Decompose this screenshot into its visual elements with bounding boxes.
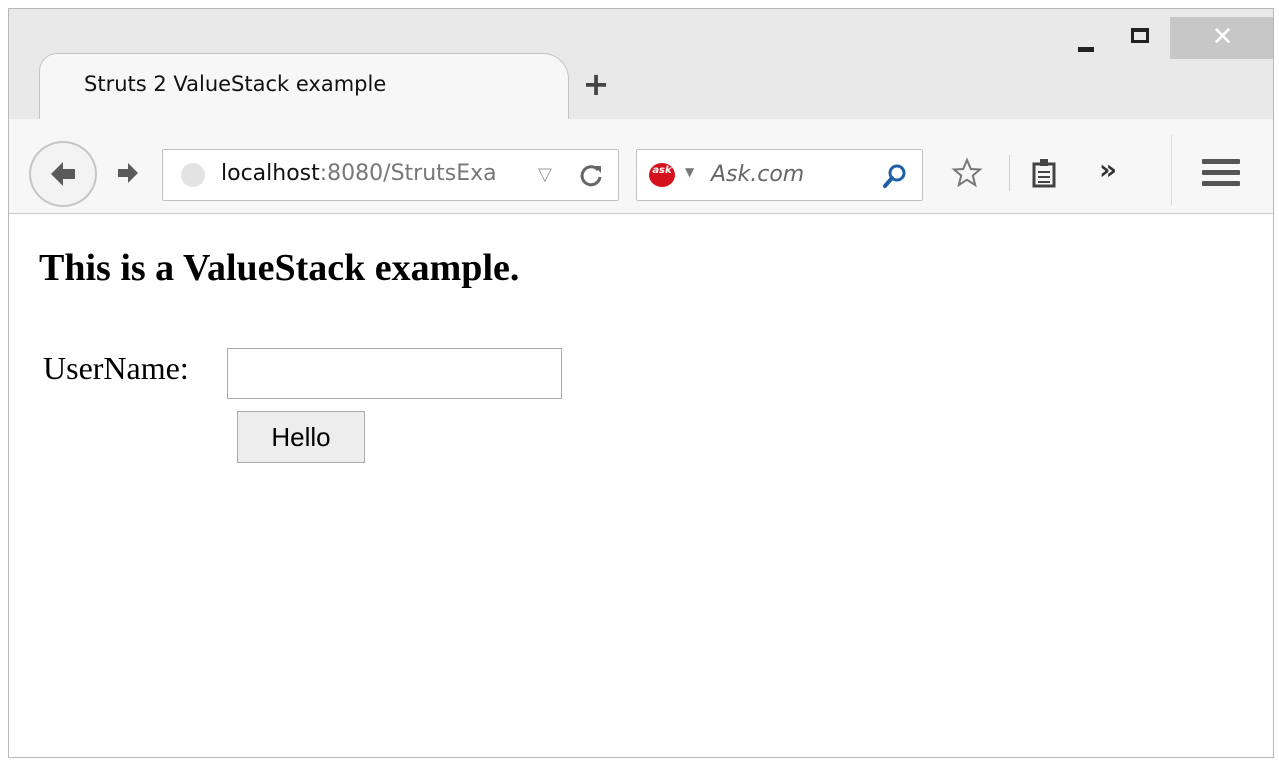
dropdown-icon[interactable]: ▽ [538, 164, 560, 186]
new-tab-button[interactable]: + [579, 67, 613, 101]
hamburger-menu-icon[interactable] [1202, 157, 1240, 189]
bookmark-star-button[interactable] [951, 157, 983, 193]
back-button[interactable] [29, 141, 97, 207]
navigation-toolbar: localhost:8080/StrutsExa ▽ ask ▼ Ask.com [9, 119, 1273, 214]
tab-active[interactable]: Struts 2 ValueStack example [39, 53, 569, 119]
maximize-icon [1131, 28, 1149, 43]
search-icon [883, 164, 906, 188]
close-icon: ✕ [1211, 22, 1234, 52]
search-engine-dropdown-icon[interactable]: ▼ [685, 165, 694, 179]
title-bar: Struts 2 ValueStack example + ✕ [9, 9, 1273, 119]
close-button[interactable]: ✕ [1170, 17, 1273, 59]
reading-list-button[interactable] [1029, 157, 1059, 193]
page-heading: This is a ValueStack example. [39, 247, 520, 289]
url-host: localhost [221, 161, 320, 186]
browser-window: Struts 2 ValueStack example + ✕ localhos… [8, 8, 1274, 758]
ask-logo[interactable]: ask [649, 163, 675, 187]
url-path: :8080/StrutsExa [319, 161, 497, 186]
ask-logo-text: ask [652, 165, 672, 176]
forward-button[interactable] [111, 156, 145, 190]
search-bar[interactable]: ask ▼ Ask.com [636, 149, 923, 201]
back-arrow-icon [51, 162, 75, 186]
reload-icon [580, 165, 602, 187]
globe-icon [181, 163, 205, 187]
forward-arrow-icon [118, 163, 138, 183]
menu-line-3 [1202, 181, 1240, 186]
url-text: localhost:8080/StrutsExa [221, 161, 497, 186]
search-placeholder: Ask.com [711, 162, 805, 187]
page-content: This is a ValueStack example. UserName: … [9, 214, 1273, 757]
username-label: UserName: [43, 350, 189, 386]
address-bar[interactable]: localhost:8080/StrutsExa ▽ [162, 149, 619, 201]
tab-title: Struts 2 ValueStack example [84, 72, 387, 96]
menu-line-1 [1202, 159, 1240, 164]
hello-submit-button[interactable]: Hello [237, 411, 365, 463]
reload-button[interactable] [576, 160, 606, 190]
toolbar-divider [1009, 155, 1010, 191]
minimize-button[interactable] [1061, 17, 1113, 59]
search-button[interactable] [881, 162, 909, 190]
minimize-icon [1078, 47, 1094, 52]
reading-list-icon [1032, 159, 1056, 188]
toolbar-divider-2 [1171, 135, 1172, 205]
menu-line-2 [1202, 170, 1240, 175]
star-icon [951, 157, 983, 188]
overflow-button[interactable]: » [1099, 155, 1117, 185]
maximize-button[interactable] [1115, 17, 1167, 59]
username-input[interactable] [227, 348, 562, 399]
